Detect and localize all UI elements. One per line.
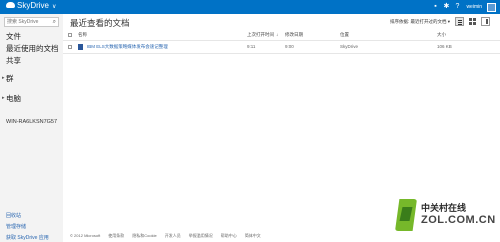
column-location[interactable]: 位置 <box>340 32 349 38</box>
header-divider <box>63 40 500 41</box>
copyright: © 2012 Microsoft <box>70 233 101 238</box>
column-last-opened[interactable]: 上次打开时间 <box>247 32 274 38</box>
messages-icon[interactable]: ▪ <box>431 3 439 11</box>
footer-link-report-abuse[interactable]: 举报滥用情况 <box>189 233 213 239</box>
zol-logo-icon <box>395 199 417 231</box>
sidebar-item-pc[interactable]: WIN-RA6LKSN7G57 <box>6 119 57 125</box>
word-document-icon <box>78 44 83 50</box>
document-name-link[interactable]: IBM ELS大数据策略媒体发布会速记整理 <box>87 44 168 50</box>
sidebar-item-groups[interactable]: 群 <box>6 73 14 84</box>
footer-link-developers[interactable]: 开发人员 <box>165 233 181 239</box>
zol-watermark: 中关村在线 ZOL.COM.CN <box>395 195 495 237</box>
column-name[interactable]: 名称 <box>78 32 87 38</box>
gear-icon[interactable]: ✱ <box>442 3 450 11</box>
page-footer: © 2012 Microsoft 使用条款 隐私和Cookie 开发人员 举报滥… <box>63 233 261 239</box>
sidebar-item-shared[interactable]: 共享 <box>6 55 21 66</box>
avatar[interactable] <box>487 2 496 12</box>
watermark-en: ZOL.COM.CN <box>421 214 496 226</box>
details-pane-button[interactable] <box>481 17 490 26</box>
chevron-down-icon: ∨ <box>52 4 57 10</box>
search-icon[interactable]: ⌕ <box>53 19 56 26</box>
row-checkbox[interactable] <box>68 45 72 49</box>
details-view-button[interactable] <box>455 17 464 26</box>
skydrive-brand[interactable]: SkyDrive ∨ <box>6 1 56 10</box>
expand-pcs-icon[interactable]: ▸ <box>2 95 5 101</box>
footer-link-terms[interactable]: 使用条款 <box>108 233 124 239</box>
page-title: 最近查看的文档 <box>70 18 130 28</box>
footer-link-privacy[interactable]: 隐私和Cookie <box>132 233 156 239</box>
footer-link-help[interactable]: 帮助中心 <box>221 233 237 239</box>
top-bar: SkyDrive ∨ ▪ ✱ ? weimin <box>0 0 500 14</box>
sidebar-item-pcs[interactable]: 电脑 <box>6 93 21 104</box>
row-modified: 9:00 <box>285 44 294 49</box>
manage-storage-link[interactable]: 管理存储 <box>6 223 26 230</box>
select-all-checkbox[interactable] <box>68 33 72 37</box>
top-icons: ▪ ✱ ? weimin <box>431 2 496 12</box>
expand-groups-icon[interactable]: ▸ <box>2 75 5 81</box>
table-row[interactable]: IBM ELS大数据策略媒体发布会速记整理 9:11 9:00 SkyDrive… <box>63 42 500 52</box>
column-modified[interactable]: 修改日期 <box>285 32 303 38</box>
row-size: 106 KB <box>437 44 452 49</box>
row-last-opened: 9:11 <box>247 44 256 49</box>
watermark-cn: 中关村在线 <box>421 204 467 214</box>
sidebar: ⌕ 文件 最近使用的文档 共享 ▸ 群 ▸ 电脑 WIN-RA6LKSN7G57… <box>0 14 63 242</box>
thumbnails-view-button[interactable] <box>468 17 477 26</box>
search-input[interactable] <box>5 18 51 26</box>
brand-label: SkyDrive <box>17 1 50 10</box>
search-box: ⌕ <box>4 17 59 27</box>
help-icon[interactable]: ? <box>453 3 461 11</box>
row-divider <box>63 53 500 54</box>
row-location[interactable]: SkyDrive <box>340 44 358 49</box>
column-size[interactable]: 大小 <box>437 32 446 38</box>
sidebar-item-recent-documents[interactable]: 最近使用的文档 <box>6 43 59 54</box>
footer-link-language[interactable]: 简体中文 <box>245 233 261 239</box>
sidebar-item-files[interactable]: 文件 <box>6 31 21 42</box>
get-apps-link[interactable]: 获取 SkyDrive 应用 <box>6 234 49 241</box>
sort-arrow-icon: ↓ <box>276 32 279 37</box>
user-name[interactable]: weimin <box>466 4 482 10</box>
recycle-bin-link[interactable]: 回收站 <box>6 212 21 219</box>
cloud-icon <box>6 2 15 8</box>
sort-dropdown[interactable]: 排序依据: 最近打开过的文档 ▾ <box>390 19 450 25</box>
